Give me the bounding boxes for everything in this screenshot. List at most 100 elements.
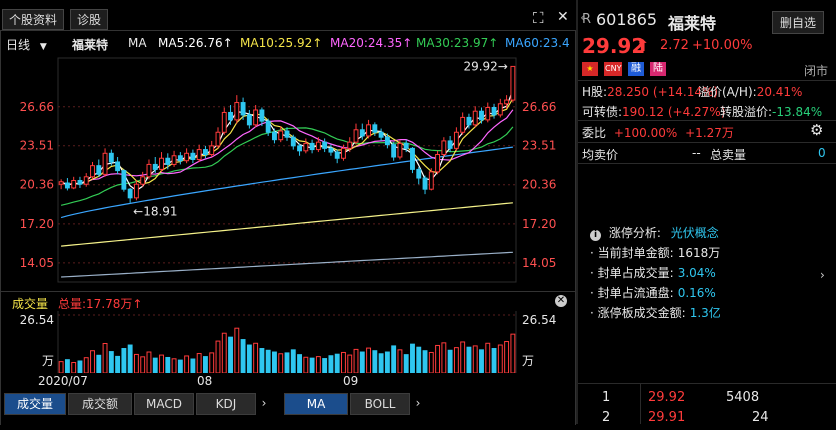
candle-body xyxy=(322,141,328,149)
gear-icon[interactable]: ⚙ xyxy=(810,121,823,139)
close-icon[interactable]: ✕ xyxy=(557,9,569,25)
volume-bar xyxy=(90,350,95,373)
expand-icon[interactable]: ⛶ xyxy=(533,9,544,27)
tab-kdj[interactable]: KDJ xyxy=(196,393,256,415)
volume-y-tick-left: 26.54 xyxy=(20,313,54,327)
candle-body xyxy=(422,177,428,190)
ah-premium-label: 溢价(A/H): xyxy=(698,85,757,99)
ah-premium: 溢价(A/H):20.41% xyxy=(698,83,802,100)
y-tick-left: 17.20 xyxy=(20,217,54,231)
volume-bar xyxy=(422,350,428,373)
volume-bar xyxy=(466,346,472,373)
chevron-right-icon-2[interactable]: › xyxy=(410,393,426,413)
x-label-1: 08 xyxy=(197,374,213,388)
candle-body xyxy=(165,157,171,165)
candle-body xyxy=(177,155,183,162)
volume-bar xyxy=(272,351,277,373)
ratio-value: +100.00% xyxy=(613,126,678,140)
y-tick-left: 14.05 xyxy=(20,256,54,270)
tab-stock-profile[interactable]: 个股资料 xyxy=(2,9,65,30)
cn-flag-icon: ★ xyxy=(582,62,598,76)
candle-body xyxy=(209,145,215,156)
x-label-2: 09 xyxy=(343,374,359,388)
volume-bar xyxy=(410,343,415,373)
candle-body xyxy=(334,151,340,159)
avg-sell-value: -- xyxy=(692,146,701,160)
volume-bar xyxy=(234,327,240,373)
info-icon: i xyxy=(590,230,601,241)
cb-premium-label: 转股溢价: xyxy=(720,105,773,119)
ma20-value: MA20:24.35↑ xyxy=(330,36,413,50)
y-tick-right: 17.20 xyxy=(522,217,556,231)
ma60-value: MA60:23.4 xyxy=(505,36,570,50)
tab-stock-diagnosis[interactable]: 诊股 xyxy=(70,9,109,30)
y-tick-left: 23.51 xyxy=(20,139,54,153)
candle-body xyxy=(278,130,284,141)
tab-boll[interactable]: BOLL xyxy=(350,393,410,415)
cb-premium-value: -13.84% xyxy=(772,105,823,119)
limit-item-value: 0.16% xyxy=(677,286,716,300)
remove-watchlist-button[interactable]: 删自选 xyxy=(772,11,825,34)
stock-code: 601865 xyxy=(596,10,658,29)
volume-total: 总量:17.78万↑ xyxy=(58,297,143,311)
low-annotation: ←18.91 xyxy=(133,205,177,219)
period-select[interactable]: 日线 ▼ xyxy=(6,36,47,53)
cb-premium: 转股溢价:-13.84% xyxy=(720,103,822,120)
volume-unit-left: 万 xyxy=(42,354,54,368)
order-book-row[interactable]: 1 29.92 5408 xyxy=(582,390,832,410)
order-book: 1 29.92 5408 2 29.91 24 xyxy=(582,390,832,430)
tab-turnover[interactable]: 成交额 xyxy=(68,393,132,415)
volume-bar xyxy=(278,353,284,373)
order-book-row[interactable]: 2 29.91 24 xyxy=(582,410,832,430)
ma-header: 日线 ▼ 福莱特 MA MA5:26.76↑ MA10:25.92↑ MA20:… xyxy=(0,36,576,54)
limit-item-label: 当前封单金额: xyxy=(597,246,674,260)
level-volume: 24 xyxy=(752,410,769,425)
candle-body xyxy=(96,165,102,175)
limit-item-label: 封单占流通盘: xyxy=(597,286,674,300)
candle-body xyxy=(441,140,447,156)
x-axis: 2020/07 08 09 xyxy=(0,374,576,390)
volume-chart[interactable]: 26.54 26.54 万 万 xyxy=(0,311,576,373)
volume-bar xyxy=(309,357,315,373)
avg-sell-row: 均卖价 -- 总卖量 0 xyxy=(582,146,834,163)
limit-item-value: 1618万 xyxy=(677,246,721,260)
close-volume-icon[interactable]: ✕ xyxy=(555,295,567,307)
hline-1 xyxy=(578,80,836,81)
tab-volume[interactable]: 成交量 xyxy=(4,393,66,415)
candle-body xyxy=(504,99,510,105)
volume-bar xyxy=(221,332,227,373)
limit-item-label: 封单占成交量: xyxy=(597,266,674,280)
limit-concept-link[interactable]: 光伏概念 xyxy=(671,226,719,240)
volume-bar xyxy=(152,357,158,373)
candle-body xyxy=(453,131,459,149)
volume-bar xyxy=(209,352,215,373)
volume-bar xyxy=(353,348,359,373)
period-label: 日线 xyxy=(6,38,31,52)
volume-unit-right: 万 xyxy=(522,354,534,368)
limit-item-label: 涨停板成交金额: xyxy=(597,306,686,320)
tab-ma[interactable]: MA xyxy=(284,393,348,415)
limit-item: · 封单占成交量: 3.04% xyxy=(590,266,716,280)
candle-body xyxy=(397,142,403,158)
candle-body xyxy=(159,157,164,170)
chevron-right-icon[interactable]: › xyxy=(256,393,272,413)
volume-bar xyxy=(290,349,296,373)
candle-body xyxy=(410,147,415,170)
candle-body xyxy=(127,188,133,199)
candle-body xyxy=(90,165,95,178)
candle-body xyxy=(309,142,315,151)
tab-macd[interactable]: MACD xyxy=(134,393,194,415)
volume-bar xyxy=(359,351,365,373)
volume-bar xyxy=(391,345,397,373)
ma-label[interactable]: MA xyxy=(128,36,147,50)
volume-bar xyxy=(108,351,114,373)
candle-body xyxy=(341,147,346,159)
stock-name-label: 福莱特 xyxy=(72,38,109,52)
candle-body xyxy=(391,144,397,158)
scroll-right-icon[interactable]: › xyxy=(820,268,825,282)
candlestick-chart[interactable]: 26.66 26.66 23.51 23.51 20.36 20.36 17.20 17.20… xyxy=(0,54,576,290)
volume-bar xyxy=(403,354,409,373)
level-price: 29.91 xyxy=(648,410,686,425)
candle-body xyxy=(140,176,146,185)
volume-bar xyxy=(165,356,171,373)
